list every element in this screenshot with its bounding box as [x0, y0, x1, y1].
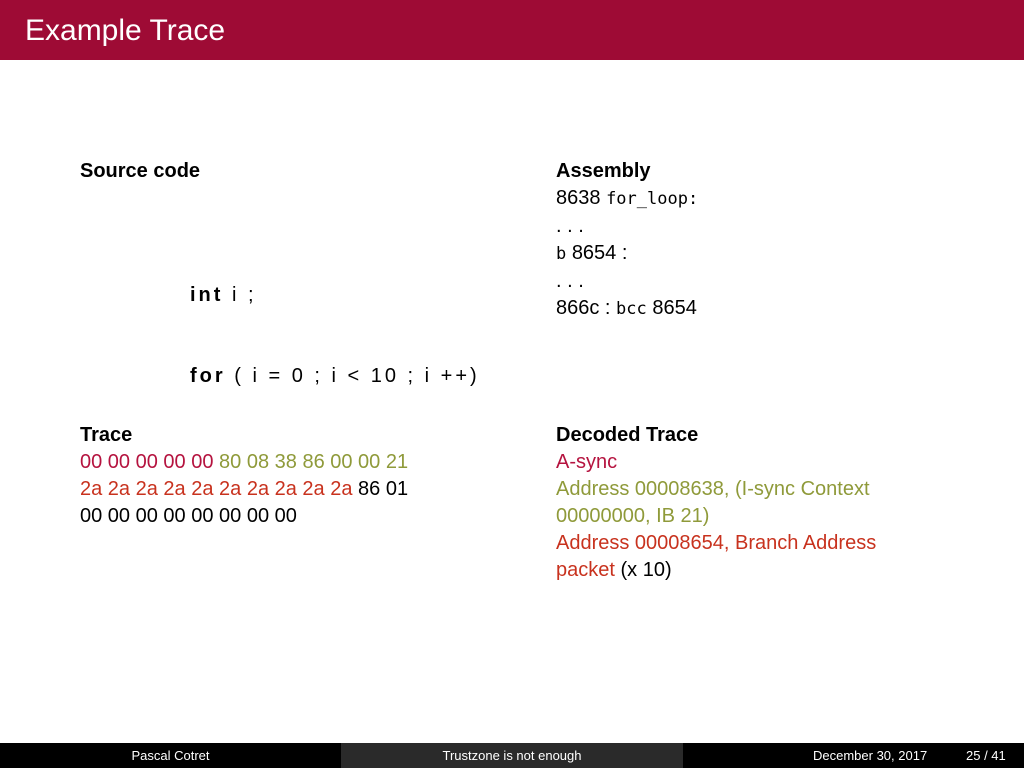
async-bytes: 00 00 00 00 00: [80, 451, 214, 473]
assembly-heading: Assembly: [556, 160, 651, 182]
source-code-section: Source code: [80, 158, 200, 185]
trace-line: 2a 2a 2a 2a 2a 2a 2a 2a 2a 2a 86 01: [80, 476, 475, 503]
asm-address: 866c :: [556, 297, 611, 319]
trace-line: 00 00 00 00 00 80 08 38 86 00 00 21: [80, 449, 475, 476]
asm-label: for_loop:: [606, 189, 699, 209]
decoded-branch-text: packet: [556, 559, 615, 581]
decoded-isync-line: Address 00008638, (I-sync Context: [556, 476, 944, 503]
source-code-heading: Source code: [80, 160, 201, 182]
decoded-async: A-sync: [556, 451, 618, 473]
asm-opcode: b: [556, 244, 567, 264]
footer-author-segment: Pascal Cotret: [0, 743, 341, 768]
decoded-isync-text: Address 00008638, (I-sync Context: [556, 478, 870, 500]
asm-ellipsis: . . .: [556, 215, 584, 237]
asm-address: 8638: [556, 187, 601, 209]
code-line: int i ;: [190, 282, 480, 309]
asm-text: 8654 :: [571, 242, 628, 264]
decoded-trace-heading: Decoded Trace: [556, 424, 699, 446]
decoded-trace-section: Decoded Trace A-sync Address 00008638, (…: [556, 422, 944, 584]
asm-opcode: bcc: [616, 299, 647, 319]
branch-bytes: 2a 2a 2a 2a 2a 2a 2a 2a 2a 2a: [80, 478, 353, 500]
asm-line: b 8654 :: [556, 240, 698, 268]
decoded-branch-line: Address 00008654, Branch Address: [556, 532, 877, 554]
code-keyword: for: [190, 365, 226, 387]
asm-line: 866c : bcc 8654: [556, 295, 698, 323]
trace-section: Trace 00 00 00 00 00 80 08 38 86 00 00 2…: [80, 422, 475, 530]
isync-bytes: 80 08 38 86 00 00 21: [219, 451, 409, 473]
footer-subject: Trustzone is not enough: [442, 748, 582, 763]
footer-page-number: 25 / 41: [966, 748, 1006, 763]
asm-target: 8654: [652, 297, 697, 319]
decoded-branch-count: (x 10): [614, 559, 672, 581]
asm-line: 8638 for_loop:: [556, 185, 698, 213]
decoded-branch-line: packet (x 10): [556, 557, 944, 584]
code-text: ( i = 0 ; i < 10 ; i ++): [234, 365, 480, 387]
title-bar: Example Trace: [0, 0, 1024, 60]
footer-subject-segment: Trustzone is not enough: [341, 743, 683, 768]
slide-title: Example Trace: [25, 14, 226, 47]
assembly-section: Assembly 8638 for_loop: . . . b 8654 : .…: [556, 158, 698, 323]
footer-date: December 30, 2017: [813, 748, 928, 763]
asm-ellipsis: . . .: [556, 270, 584, 292]
trace-line: 00 00 00 00 00 00 00 00: [80, 505, 297, 527]
code-keyword: int: [190, 284, 224, 306]
source-code-block: int i ; for ( i = 0 ; i < 10 ; i ++): [190, 228, 480, 417]
footer-bar: Pascal Cotret Trustzone is not enough De…: [0, 743, 1024, 768]
decoded-isync-line: 00000000, IB 21): [556, 505, 710, 527]
trace-heading: Trace: [80, 424, 133, 446]
tail-bytes: 86 01: [358, 478, 409, 500]
code-line: for ( i = 0 ; i < 10 ; i ++): [190, 363, 480, 390]
code-text: i ;: [232, 284, 257, 306]
footer-date-segment: December 30, 2017 25 / 41: [683, 743, 1024, 768]
footer-author: Pascal Cotret: [131, 748, 210, 763]
